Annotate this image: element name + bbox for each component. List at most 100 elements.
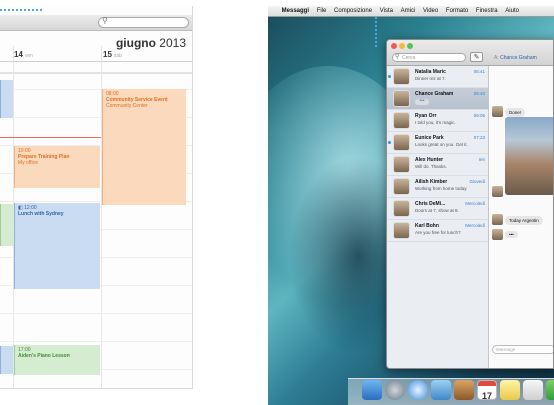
menu-help[interactable]: Aiuto [505, 6, 519, 17]
message-preview: Are you free for lunch? [415, 230, 461, 235]
unread-dot-icon [388, 141, 391, 144]
avatar [393, 156, 410, 173]
message-time: 05:40 [473, 91, 485, 96]
avatar [492, 229, 503, 240]
event-title: Aiden's Piano Lesson [18, 353, 70, 359]
recipient-field[interactable]: A: Chance Graham [494, 55, 537, 61]
close-button[interactable] [391, 43, 397, 49]
menu-view[interactable]: Vista [380, 6, 393, 17]
conversation-item[interactable]: Eunice Park 07:23 Looks great on you. Ge… [387, 132, 488, 154]
contact-name: Ailish Kimber [415, 179, 448, 185]
message-time: 05:41 [473, 69, 485, 74]
menu-compose[interactable]: Composizione [334, 6, 372, 17]
conversation-item[interactable]: Ryan Orr 06:05 I told you, it's magic. [387, 110, 488, 132]
event-partial[interactable] [0, 204, 13, 246]
search-icon: ⚲ [102, 16, 108, 25]
message-preview: Looks great on you. Get it. [415, 142, 468, 147]
message-input[interactable]: iMessage [492, 345, 553, 354]
dock: 17 [348, 378, 554, 405]
zoom-button[interactable] [407, 43, 413, 49]
conversation-item[interactable]: Alex Hunter Ieri Will do. Thanks. [387, 154, 488, 176]
day-weekday: sab [113, 53, 122, 59]
avatar [492, 186, 503, 197]
conversation-item[interactable]: Ailish Kimber Giovedì Working from home … [387, 176, 488, 198]
finder-icon[interactable] [362, 380, 382, 400]
maps-icon[interactable] [546, 380, 554, 400]
header-separator [0, 61, 192, 62]
menu-app[interactable]: Messaggi [282, 6, 309, 17]
conversation-item[interactable]: Natalia Maric 05:41 Dinner rez at 7. [387, 66, 488, 88]
menu-file[interactable]: File [317, 6, 327, 17]
event-partial[interactable] [0, 80, 13, 118]
contacts-icon[interactable] [454, 380, 474, 400]
unread-dot-icon [388, 75, 391, 78]
messages-search-input[interactable]: ⚲ Cerca [392, 53, 466, 62]
photo-attachment[interactable] [505, 117, 553, 195]
menu-buddies[interactable]: Amici [401, 6, 416, 17]
menu-video[interactable]: Video [423, 6, 438, 17]
avatar [393, 112, 410, 129]
current-time-line [0, 137, 101, 138]
message-preview: I told you, it's magic. [415, 120, 456, 125]
typing-indicator: ••• [505, 231, 518, 238]
day-number: 15 [103, 50, 112, 59]
message-time: Giovedì [469, 179, 485, 184]
callout-dots [0, 9, 42, 11]
calendar-toolbar: ⚲ [0, 15, 192, 31]
event-partial[interactable] [0, 346, 13, 374]
safari-icon[interactable] [408, 380, 428, 400]
avatar [393, 134, 410, 151]
avatar [492, 214, 503, 225]
event-training-plan[interactable]: 10:00 Prepare Training Plan My office [14, 146, 100, 188]
message-time: Mercoledì [465, 223, 485, 228]
chat-transcript: Done! Today Argentin ••• iMessage [489, 66, 553, 368]
calendar-icon-day: 17 [481, 391, 492, 401]
calendar-search-field[interactable]: ⚲ [98, 16, 189, 28]
event-lunch-sydney[interactable]: ◧ 12:00 Lunch with Sydney [14, 203, 100, 289]
search-placeholder: Cerca [402, 55, 416, 61]
conversation-list: Natalia Maric 05:41 Dinner rez at 7. Cha… [387, 66, 488, 368]
contact-name: Chance Graham [415, 91, 454, 97]
conversation-item-selected[interactable]: Chance Graham 05:40 ••• [387, 88, 488, 110]
to-label: A: [494, 55, 499, 61]
reminders-icon[interactable] [523, 380, 543, 400]
contact-name: Natalia Maric [415, 69, 446, 75]
month-name: giugno [115, 36, 156, 50]
day-weekday: ven [24, 53, 33, 59]
event-piano-lesson[interactable]: 17:00 Aiden's Piano Lesson [14, 345, 100, 375]
contact-name: Eunice Park [415, 135, 444, 141]
messages-titlebar: ⚲ Cerca ✎ A: Chance Graham [387, 40, 553, 66]
conversation-item[interactable]: Chris DeMi... Mercoledì Doors at 7, show… [387, 198, 488, 220]
launchpad-icon[interactable] [385, 380, 405, 400]
typing-indicator: ••• [415, 99, 429, 105]
avatar [492, 106, 503, 117]
contact-name: Ryan Orr [415, 113, 437, 119]
menu-format[interactable]: Formato [446, 6, 468, 17]
menu-window[interactable]: Finestra [476, 6, 498, 17]
conversation-item[interactable]: Karl Bohn Mercoledì Are you free for lun… [387, 220, 488, 242]
mail-icon[interactable] [431, 380, 451, 400]
day-header-14[interactable]: 14 ven [14, 50, 33, 59]
calendar-icon[interactable]: 17 [477, 380, 497, 401]
avatar [393, 178, 410, 195]
message-bubble: Today Argentin [505, 216, 543, 225]
event-community-service[interactable]: 08:00 Community Service Event Community … [102, 89, 186, 205]
message-time: Mercoledì [465, 201, 485, 206]
compose-button[interactable]: ✎ [470, 52, 483, 62]
notes-icon[interactable] [500, 380, 520, 400]
message-preview: Will do. Thanks. [415, 164, 447, 169]
month-title: giugno 2013 [116, 36, 186, 50]
day-header-15[interactable]: 15 sab [103, 50, 122, 59]
search-icon: ⚲ [395, 54, 400, 60]
calendar-icon-header [478, 381, 496, 386]
minimize-button[interactable] [399, 43, 405, 49]
callout-dots [375, 17, 377, 47]
calendar-window: ⚲ giugno 2013 14 ven 15 sab 08:00 Commun… [0, 6, 193, 389]
contact-name: Alex Hunter [415, 157, 444, 163]
hour-line [0, 341, 192, 342]
avatar [393, 90, 410, 107]
message-preview: Doors at 7, show at 8. [415, 208, 459, 213]
message-preview: Working from home today. [415, 186, 468, 191]
message-time: 06:05 [473, 113, 485, 118]
message-bubble: Done! [505, 108, 526, 117]
